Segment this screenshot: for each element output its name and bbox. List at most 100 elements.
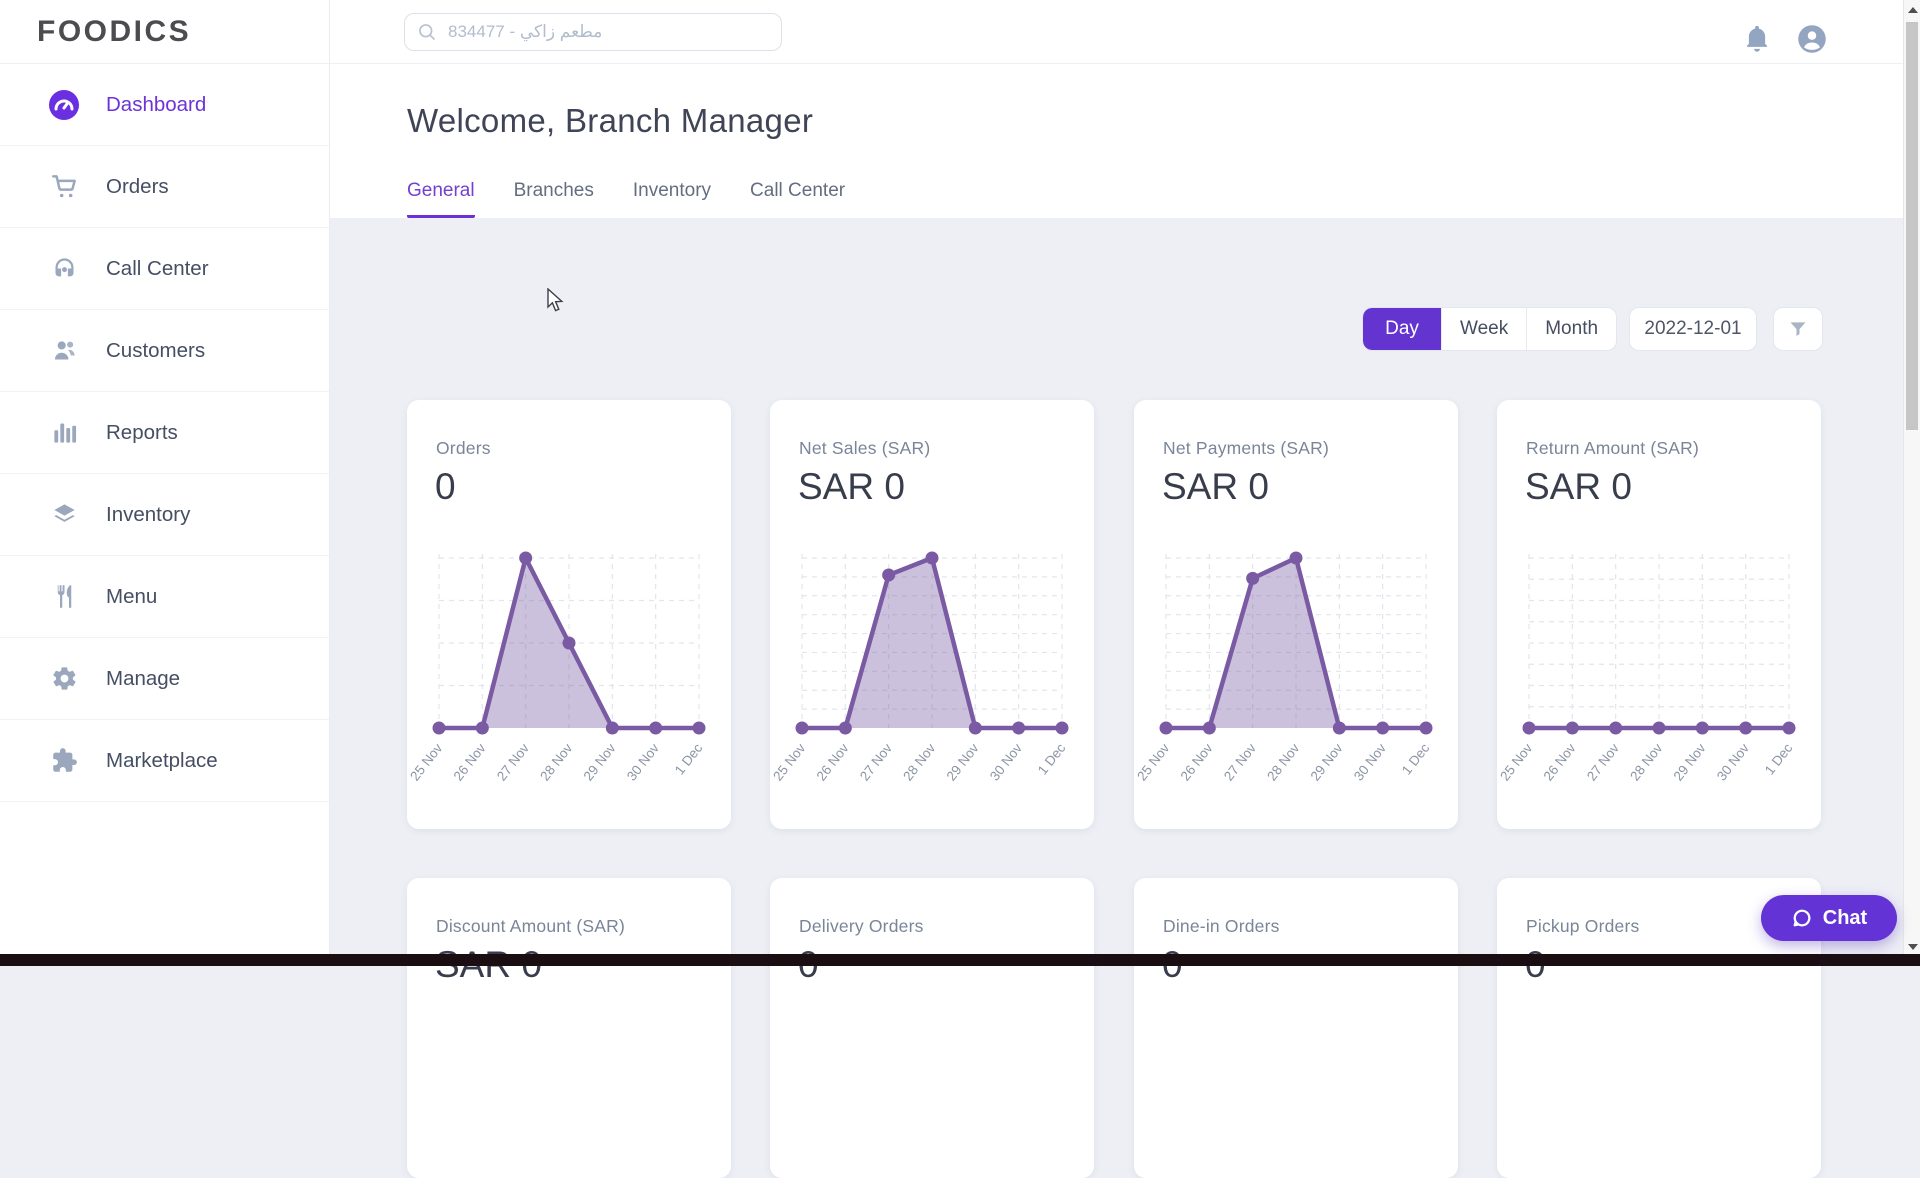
x-axis-label: 25 Nov	[407, 740, 445, 783]
headset-icon	[48, 253, 80, 285]
scroll-down-arrow-icon[interactable]	[1908, 944, 1918, 950]
bottom-edge-bar	[0, 954, 1920, 966]
x-axis-label: 29 Nov	[581, 740, 619, 783]
search-icon	[417, 22, 437, 42]
sidebar-item-dashboard[interactable]: Dashboard	[0, 64, 329, 146]
date-picker-button[interactable]: 2022-12-01	[1629, 307, 1757, 351]
vertical-scrollbar[interactable]	[1903, 0, 1920, 966]
card-title: Delivery Orders	[799, 916, 924, 937]
range-option-week[interactable]: Week	[1441, 308, 1526, 350]
tab-call-center[interactable]: Call Center	[750, 180, 845, 218]
page-title: Welcome, Branch Manager	[407, 102, 813, 140]
chat-button[interactable]: Chat	[1761, 895, 1897, 941]
trend-chart: 25 Nov26 Nov27 Nov28 Nov29 Nov30 Nov1 De…	[1521, 550, 1797, 800]
x-axis-label: 30 Nov	[1351, 740, 1389, 783]
card-title: Pickup Orders	[1526, 916, 1639, 937]
x-axis-label: 25 Nov	[770, 740, 808, 783]
metric-card-discount-amount-sar: Discount Amount (SAR)SAR 0	[407, 878, 731, 1178]
sidebar-item-label: Orders	[106, 175, 169, 199]
funnel-icon	[1788, 319, 1808, 339]
metric-card-net-payments-sar: Net Payments (SAR)SAR 0 25 Nov26 Nov27 N…	[1134, 400, 1458, 829]
metric-card-delivery-orders: Delivery Orders0	[770, 878, 1094, 1178]
search-input[interactable]	[446, 21, 769, 43]
x-axis-label: 1 Dec	[672, 740, 706, 777]
range-option-day[interactable]: Day	[1363, 308, 1441, 350]
x-axis-label: 26 Nov	[814, 740, 852, 783]
card-title: Discount Amount (SAR)	[436, 916, 625, 937]
avatar-icon	[1797, 24, 1827, 54]
bell-icon	[1742, 24, 1772, 54]
sidebar-item-label: Customers	[106, 339, 205, 363]
sidebar-item-label: Call Center	[106, 257, 209, 281]
gear-icon	[48, 663, 80, 695]
puzzle-icon	[48, 745, 80, 777]
notifications-button[interactable]	[1742, 24, 1772, 54]
sidebar-item-menu[interactable]: Menu	[0, 556, 329, 638]
logo-area: FOODICS	[0, 0, 329, 64]
trend-chart: 25 Nov26 Nov27 Nov28 Nov29 Nov30 Nov1 De…	[794, 550, 1070, 800]
range-option-month[interactable]: Month	[1526, 308, 1616, 350]
card-title: Net Payments (SAR)	[1163, 438, 1329, 459]
account-menu-button[interactable]	[1797, 24, 1827, 54]
metric-card-dine-in-orders: Dine-in Orders0	[1134, 878, 1458, 1178]
x-axis-label: 28 Nov	[1264, 740, 1302, 783]
card-title: Orders	[436, 438, 491, 459]
x-axis-label: 26 Nov	[451, 740, 489, 783]
dashboard-tabs: General Branches Inventory Call Center	[407, 180, 845, 218]
gauge-icon	[48, 89, 80, 121]
card-value: SAR 0	[1525, 466, 1632, 508]
x-axis-label: 25 Nov	[1497, 740, 1535, 783]
bar-chart-icon	[48, 417, 80, 449]
sidebar-nav: Dashboard Orders Call Center Customers Repor…	[0, 64, 329, 802]
sidebar-item-orders[interactable]: Orders	[0, 146, 329, 228]
card-title: Return Amount (SAR)	[1526, 438, 1699, 459]
metric-card-orders: Orders 0 25 Nov26 Nov27 Nov28 Nov29 Nov30…	[407, 400, 731, 829]
foodics-logo: FOODICS	[37, 15, 191, 49]
sidebar: FOODICS Dashboard Orders Call Center Custom…	[0, 0, 330, 966]
cart-icon	[48, 171, 80, 203]
x-axis-label: 1 Dec	[1399, 740, 1433, 777]
card-value: 0	[435, 466, 456, 508]
page-header-band: Welcome, Branch Manager General Branches I…	[330, 64, 1903, 218]
x-axis-label: 27 Nov	[1221, 740, 1259, 783]
mouse-cursor	[546, 288, 568, 314]
card-value: SAR 0	[1162, 466, 1269, 508]
scroll-up-arrow-icon[interactable]	[1908, 7, 1918, 13]
global-search[interactable]	[404, 13, 782, 51]
sidebar-item-label: Menu	[106, 585, 157, 609]
scrollbar-thumb[interactable]	[1906, 22, 1918, 430]
metric-card-net-sales-sar: Net Sales (SAR)SAR 0 25 Nov26 Nov27 Nov2…	[770, 400, 1094, 829]
chat-bubble-icon	[1791, 907, 1813, 929]
x-axis-label: 28 Nov	[1627, 740, 1665, 783]
tab-inventory[interactable]: Inventory	[633, 180, 711, 218]
sidebar-item-call-center[interactable]: Call Center	[0, 228, 329, 310]
filter-button[interactable]	[1773, 307, 1823, 351]
x-axis-label: 28 Nov	[537, 740, 575, 783]
sidebar-item-reports[interactable]: Reports	[0, 392, 329, 474]
utensils-icon	[48, 581, 80, 613]
x-axis-label: 29 Nov	[944, 740, 982, 783]
users-icon	[48, 335, 80, 367]
metric-card-return-amount-sar: Return Amount (SAR) SAR 0 25 Nov26 Nov27 …	[1497, 400, 1821, 829]
sidebar-item-label: Dashboard	[106, 93, 206, 117]
sidebar-item-label: Inventory	[106, 503, 190, 527]
x-axis-label: 1 Dec	[1762, 740, 1796, 777]
sidebar-item-inventory[interactable]: Inventory	[0, 474, 329, 556]
x-axis-label: 28 Nov	[900, 740, 938, 783]
x-axis-label: 27 Nov	[1584, 740, 1622, 783]
sidebar-item-customers[interactable]: Customers	[0, 310, 329, 392]
sidebar-item-marketplace[interactable]: Marketplace	[0, 720, 329, 802]
sidebar-item-manage[interactable]: Manage	[0, 638, 329, 720]
card-title: Dine-in Orders	[1163, 916, 1280, 937]
trend-chart: 25 Nov26 Nov27 Nov28 Nov29 Nov30 Nov1 De…	[431, 550, 707, 800]
x-axis-label: 29 Nov	[1308, 740, 1346, 783]
card-value: SAR 0	[798, 466, 905, 508]
topbar	[330, 0, 1903, 64]
range-toggle: DayWeekMonth	[1362, 307, 1617, 351]
tab-general[interactable]: General	[407, 180, 475, 218]
layers-icon	[48, 499, 80, 531]
x-axis-label: 26 Nov	[1541, 740, 1579, 783]
tab-branches[interactable]: Branches	[514, 180, 594, 218]
chat-label: Chat	[1823, 907, 1867, 930]
x-axis-label: 25 Nov	[1134, 740, 1172, 783]
